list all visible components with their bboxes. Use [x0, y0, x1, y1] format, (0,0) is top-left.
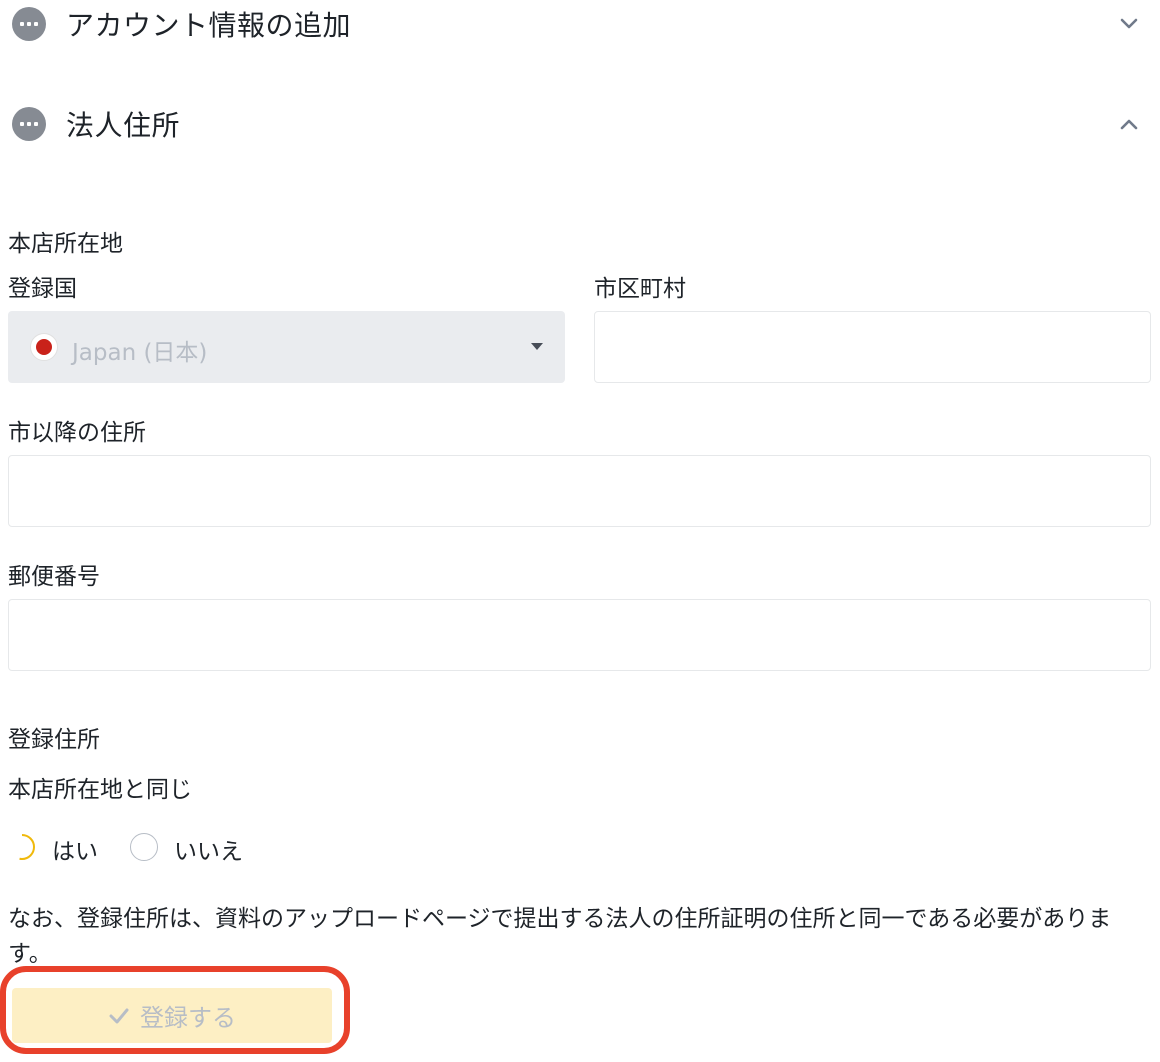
submit-button[interactable]: 登録する [12, 988, 332, 1043]
radio-no[interactable] [130, 833, 158, 861]
same-as-head-office-question: 本店所在地と同じ [8, 777, 192, 803]
city-label: 市区町村 [594, 276, 686, 302]
postal-code-input[interactable] [8, 599, 1151, 671]
chevron-down-icon[interactable] [1118, 13, 1140, 35]
registered-address-note: なお、登録住所は、資料のアップロードページで提出する法人の住所証明の住所と同一で… [8, 906, 1112, 967]
corporate-address-form-page: アカウント情報の追加 法人住所 本店所在地 登録国 市区町村 Japan (日本… [0, 0, 1160, 1062]
more-dots-icon [12, 7, 46, 41]
postal-code-label: 郵便番号 [8, 564, 100, 590]
caret-down-icon [531, 343, 543, 350]
submit-button-label: 登録する [140, 1004, 236, 1032]
radio-yes-label[interactable]: はい [52, 832, 98, 866]
section-title-account-info: アカウント情報の追加 [66, 9, 352, 42]
chevron-up-icon[interactable] [1118, 113, 1140, 135]
address-after-city-label: 市以降の住所 [8, 420, 146, 446]
section-header-corporate-address[interactable]: 法人住所 [0, 94, 1160, 154]
country-select[interactable]: Japan (日本) [8, 311, 565, 383]
section-title-corporate-address: 法人住所 [66, 109, 181, 142]
more-dots-icon [12, 107, 46, 141]
radio-yes-loading[interactable] [8, 833, 36, 861]
section-header-account-info[interactable]: アカウント情報の追加 [0, 0, 1160, 54]
address-after-city-input[interactable] [8, 455, 1151, 527]
check-icon [109, 1008, 129, 1023]
city-input[interactable] [594, 311, 1151, 383]
japan-flag-icon [30, 333, 58, 361]
country-select-value: Japan (日本) [72, 340, 208, 366]
registered-address-heading: 登録住所 [8, 727, 100, 753]
radio-no-label[interactable]: いいえ [174, 832, 243, 866]
head-office-heading: 本店所在地 [8, 231, 123, 257]
country-label: 登録国 [8, 276, 77, 302]
